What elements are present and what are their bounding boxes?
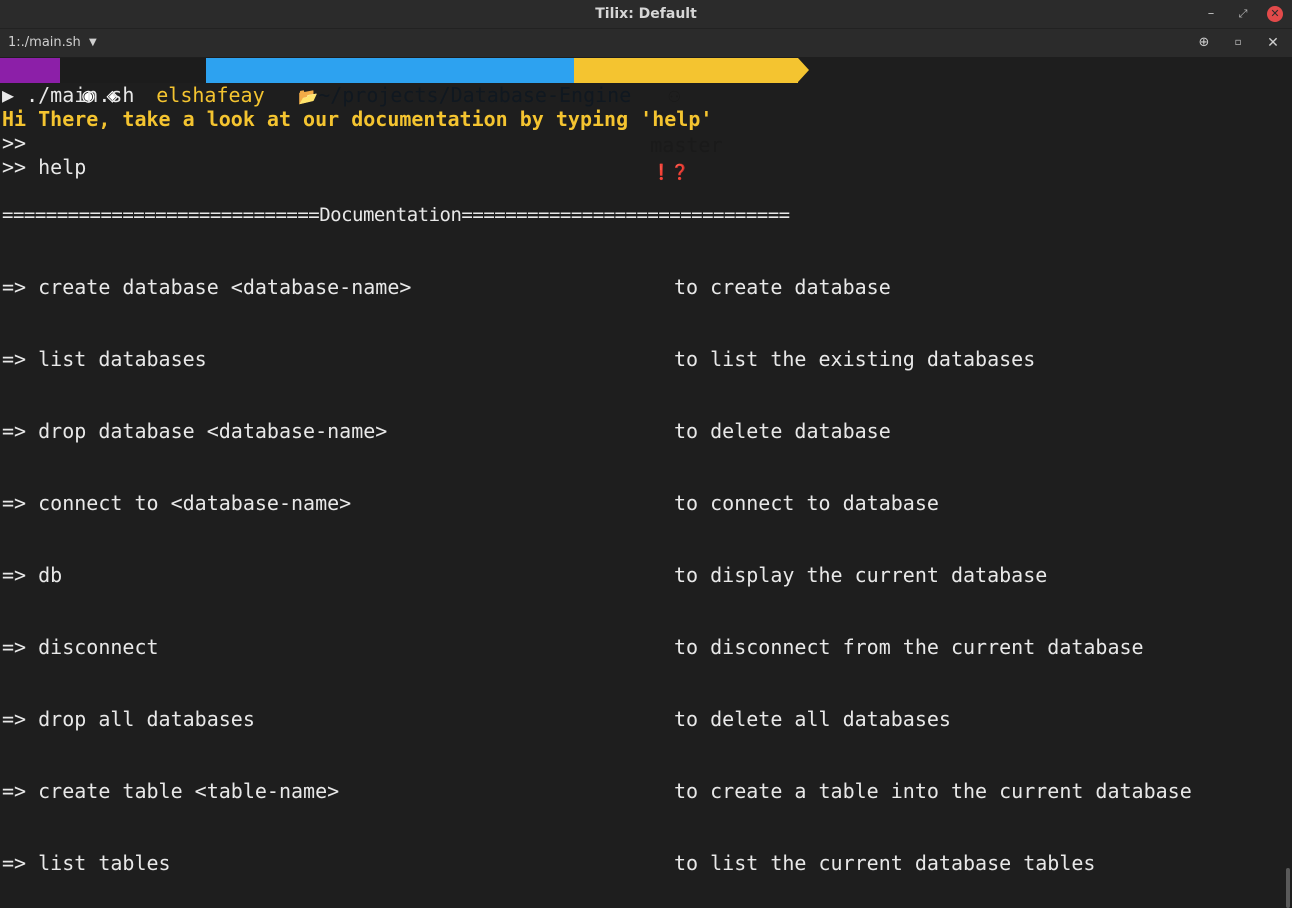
session-title[interactable]: 1:./main.sh xyxy=(8,29,81,57)
folder-icon: 📂 xyxy=(298,87,319,106)
doc-description: to list the existing databases xyxy=(674,347,1036,371)
doc-command: => db xyxy=(2,563,63,587)
chevron-down-icon[interactable]: ▼ xyxy=(89,29,97,57)
window-title: Tilix: Default xyxy=(595,6,697,22)
doc-command: => list tables xyxy=(2,851,171,875)
doc-header: =============================Documentati… xyxy=(2,204,790,226)
git-status-icon: ❗❓ xyxy=(652,163,690,181)
doc-command: => drop all databases xyxy=(2,707,255,731)
path-segment: 📂~/projects/Database-Engine xyxy=(206,58,631,107)
close-terminal-icon[interactable]: ✕ xyxy=(1263,33,1283,53)
greeting-text: Hi There, take a look at our documentati… xyxy=(2,107,713,131)
repl-prompt: >> xyxy=(2,131,27,155)
doc-command: => drop database <database-name> xyxy=(2,419,388,443)
split-terminal-icon[interactable]: ⊕ xyxy=(1194,33,1214,53)
repl-prompt-help: >> help xyxy=(2,155,87,179)
doc-description: to delete database xyxy=(674,419,891,443)
doc-description: to create database xyxy=(674,275,891,299)
minimize-icon[interactable]: – xyxy=(1202,5,1220,23)
git-branch: master xyxy=(650,133,723,157)
git-segment: ⚇ ᛘ master ❗❓ xyxy=(574,58,798,181)
doc-description: to disconnect from the current database xyxy=(674,635,1144,659)
command-line: ▶ ./main.sh xyxy=(2,83,135,107)
github-icon: ⚇ xyxy=(668,83,681,107)
os-segment: ◉ ◈ xyxy=(0,58,118,107)
doc-command: => connect to <database-name> xyxy=(2,491,352,515)
maximize-terminal-icon[interactable]: ▫ xyxy=(1228,33,1248,53)
terminal-area[interactable]: ◉ ◈ elshafeay 📂~/projects/Database-Engin… xyxy=(0,58,1292,908)
powerline-separator xyxy=(798,58,809,82)
window-titlebar: Tilix: Default – ⤢ ✕ xyxy=(0,0,1292,29)
doc-command: => list databases xyxy=(2,347,207,371)
doc-description: to delete all databases xyxy=(674,707,951,731)
restore-icon[interactable]: ⤢ xyxy=(1234,5,1252,23)
doc-description: to list the current database tables xyxy=(674,851,1096,875)
terminal-scrollbar[interactable] xyxy=(1286,868,1290,908)
doc-description: to create a table into the current datab… xyxy=(674,779,1192,803)
close-window-icon[interactable]: ✕ xyxy=(1267,6,1283,22)
session-bar: 1:./main.sh ▼ ⊕ ▫ ✕ xyxy=(0,29,1292,57)
doc-description: to display the current database xyxy=(674,563,1048,587)
doc-description: to connect to database xyxy=(674,491,939,515)
user-segment: elshafeay xyxy=(60,58,265,107)
doc-command: => create database <database-name> xyxy=(2,275,412,299)
doc-command: => create table <table-name> xyxy=(2,779,340,803)
doc-command: => disconnect xyxy=(2,635,159,659)
